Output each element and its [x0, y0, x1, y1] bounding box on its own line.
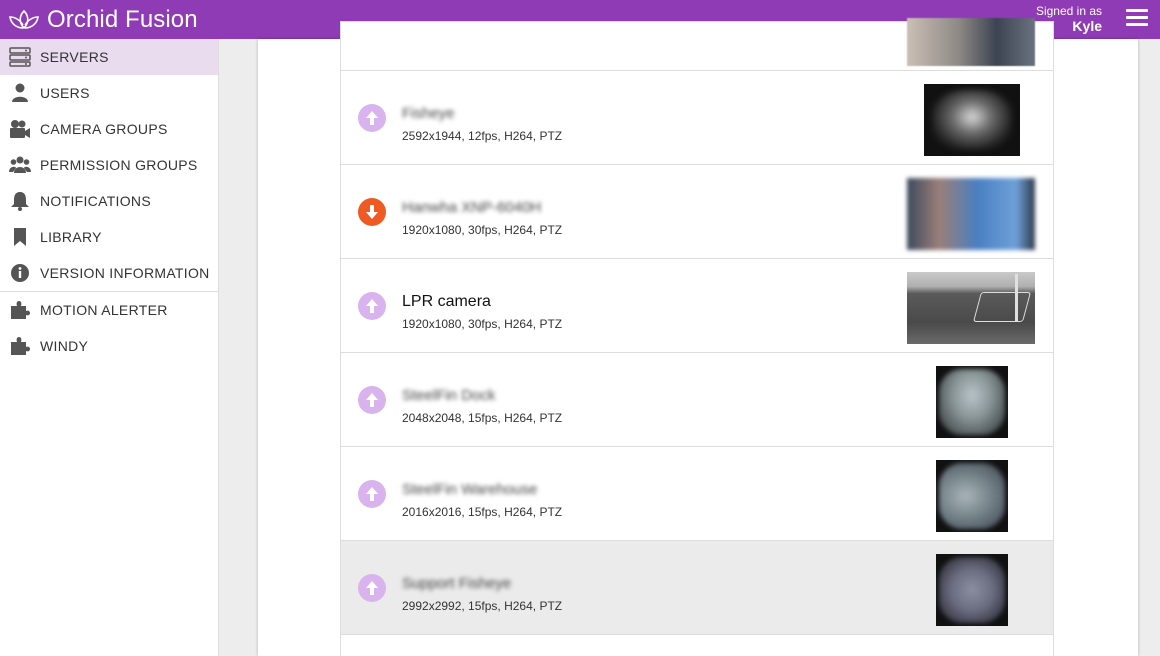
camera-row[interactable]: [340, 635, 1054, 656]
camera-thumbnail: [907, 178, 1035, 250]
camera-spec: 1920x1080, 30fps, H264, PTZ: [402, 317, 563, 331]
app-title: Orchid Fusion: [47, 6, 198, 33]
sidebar-item-label: PERMISSION GROUPS: [40, 157, 198, 173]
camera-spec: 1920x1080, 30fps, H264, PTZ: [402, 223, 563, 237]
puzzle-icon: [0, 336, 40, 356]
puzzle-icon: [0, 300, 40, 320]
sidebar-item-library[interactable]: LIBRARY: [0, 219, 218, 255]
camera-row[interactable]: Fisheye 2592x1944, 12fps, H264, PTZ: [340, 71, 1054, 165]
main-content-panel: Fisheye 2592x1944, 12fps, H264, PTZ Hanw…: [258, 18, 1138, 656]
camera-name: SteelFin Dock: [402, 387, 496, 404]
camera-icon: [0, 119, 40, 139]
camera-thumbnail: [907, 18, 1035, 66]
sidebar-item-servers[interactable]: SERVERS: [0, 39, 218, 75]
info-icon: [0, 263, 40, 283]
camera-list: Fisheye 2592x1944, 12fps, H264, PTZ Hanw…: [340, 18, 1054, 656]
bell-icon: [0, 191, 40, 211]
camera-row[interactable]: SteelFin Dock 2048x2048, 15fps, H264, PT…: [340, 353, 1054, 447]
sidebar-item-label: CAMERA GROUPS: [40, 121, 168, 137]
user-icon: [0, 83, 40, 103]
signed-in-label: Signed in as: [1035, 4, 1102, 18]
sidebar-item-windy[interactable]: WINDY: [0, 328, 218, 364]
sidebar-item-label: VERSION INFORMATION: [40, 265, 210, 281]
sidebar-item-camera-groups[interactable]: CAMERA GROUPS: [0, 111, 218, 147]
hamburger-menu-icon[interactable]: [1126, 9, 1148, 29]
bookmark-icon: [0, 227, 40, 247]
camera-thumbnail: [936, 366, 1008, 438]
sidebar-item-users[interactable]: USERS: [0, 75, 218, 111]
camera-row[interactable]: [340, 18, 1054, 71]
camera-spec: 2016x2016, 15fps, H264, PTZ: [402, 505, 563, 519]
camera-row[interactable]: LPR camera 1920x1080, 30fps, H264, PTZ: [340, 259, 1054, 353]
status-online-icon: [358, 292, 386, 320]
camera-thumbnail: [936, 460, 1008, 532]
camera-name: SteelFin Warehouse: [402, 481, 538, 498]
camera-name: Hanwha XNP-6040H: [402, 199, 542, 216]
group-icon: [0, 155, 40, 175]
status-online-icon: [358, 480, 386, 508]
sidebar-item-label: SERVERS: [40, 49, 109, 65]
sidebar-item-label: NOTIFICATIONS: [40, 193, 151, 209]
camera-row[interactable]: Hanwha XNP-6040H 1920x1080, 30fps, H264,…: [340, 165, 1054, 259]
sidebar-item-label: USERS: [40, 85, 90, 101]
camera-name: LPR camera: [402, 293, 491, 310]
status-online-icon: [358, 104, 386, 132]
sidebar: SERVERS USERS CAMERA GROUPS PERMISSION G…: [0, 39, 219, 656]
sidebar-item-notifications[interactable]: NOTIFICATIONS: [0, 183, 218, 219]
sidebar-item-label: WINDY: [40, 338, 89, 354]
status-offline-icon: [358, 198, 386, 226]
camera-spec: 2992x2992, 15fps, H264, PTZ: [402, 599, 563, 613]
sidebar-item-label: LIBRARY: [40, 229, 102, 245]
camera-thumbnail: [936, 554, 1008, 626]
orchid-logo-icon: [9, 9, 39, 30]
server-icon: [0, 47, 40, 67]
camera-name: Fisheye: [402, 105, 455, 122]
camera-thumbnail: [924, 84, 1020, 156]
camera-thumbnail: [907, 272, 1035, 344]
sidebar-item-version-information[interactable]: VERSION INFORMATION: [0, 255, 218, 291]
camera-row[interactable]: SteelFin Warehouse 2016x2016, 15fps, H26…: [340, 447, 1054, 541]
status-online-icon: [358, 386, 386, 414]
brand[interactable]: Orchid Fusion: [6, 4, 198, 36]
camera-spec: 2592x1944, 12fps, H264, PTZ: [402, 129, 563, 143]
sidebar-item-motion-alerter[interactable]: MOTION ALERTER: [0, 292, 218, 328]
camera-name: Support Fisheye: [402, 575, 512, 592]
sidebar-item-permission-groups[interactable]: PERMISSION GROUPS: [0, 147, 218, 183]
status-online-icon: [358, 574, 386, 602]
camera-row[interactable]: Support Fisheye 2992x2992, 15fps, H264, …: [340, 541, 1054, 635]
camera-spec: 2048x2048, 15fps, H264, PTZ: [402, 411, 563, 425]
sidebar-item-label: MOTION ALERTER: [40, 302, 168, 318]
